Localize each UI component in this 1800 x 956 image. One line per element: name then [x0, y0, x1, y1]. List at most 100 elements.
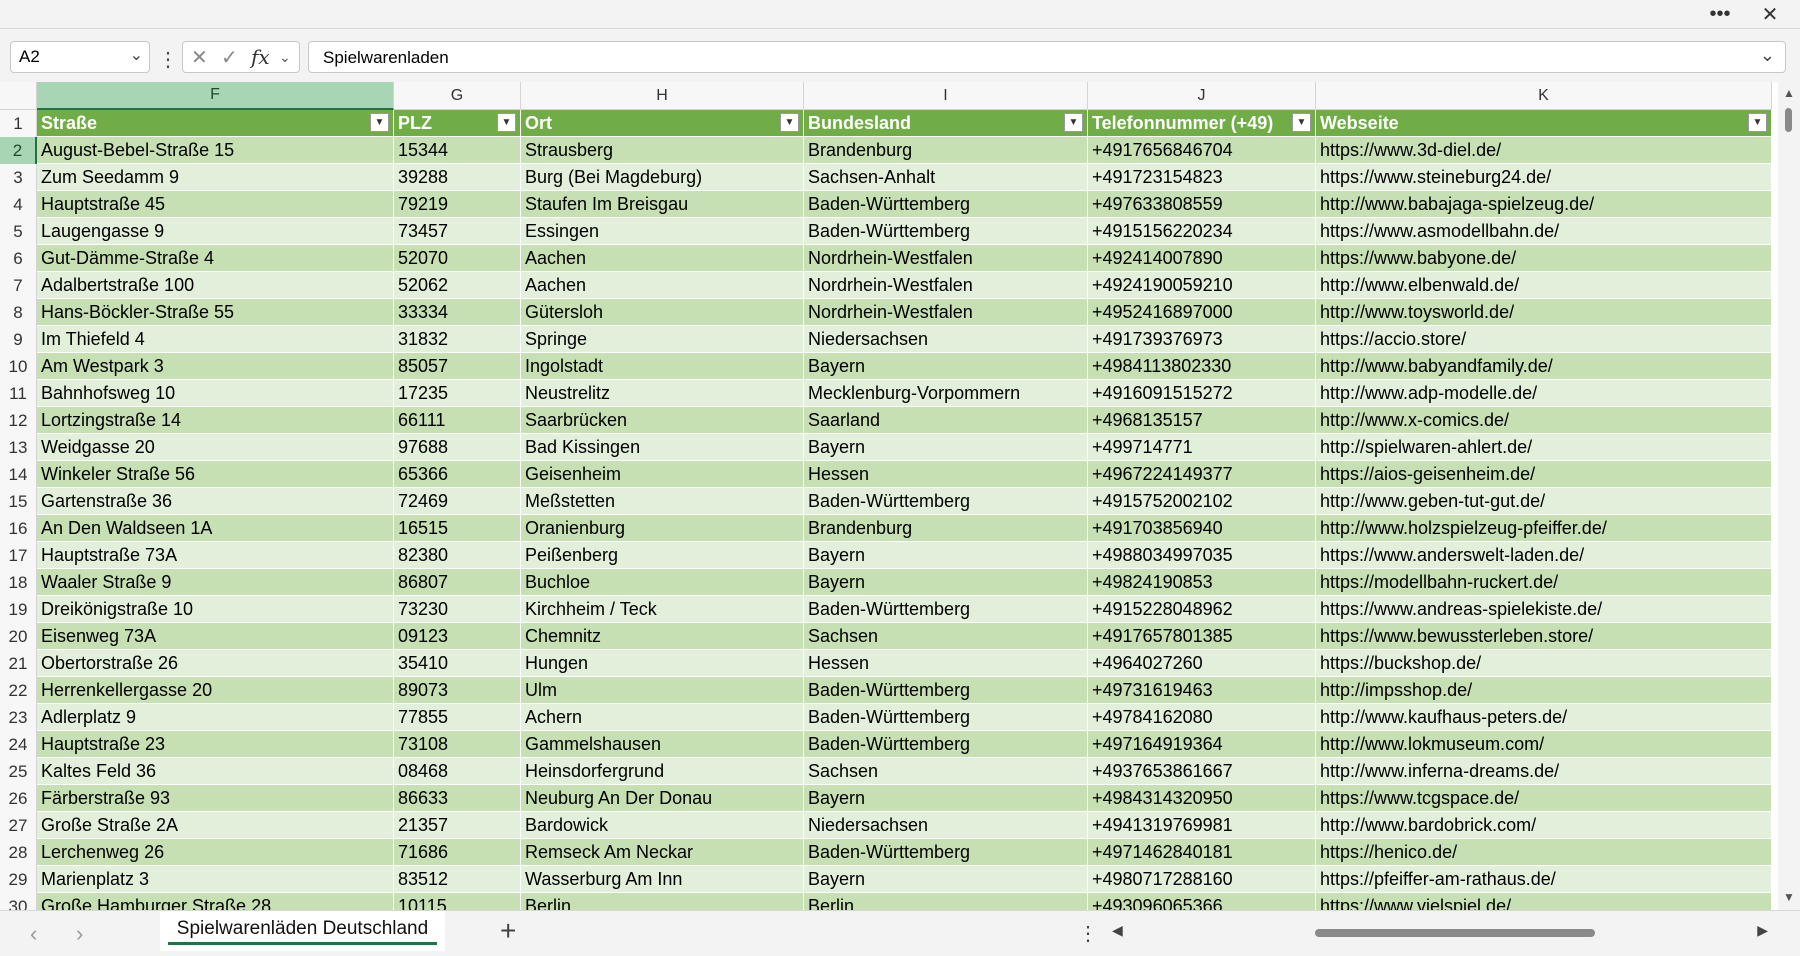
table-cell[interactable]: Bayern: [804, 434, 1088, 461]
table-cell[interactable]: Ingolstadt: [521, 353, 804, 380]
table-cell[interactable]: August-Bebel-Straße 15: [37, 137, 394, 164]
function-icon[interactable]: fx: [251, 45, 270, 69]
row-number[interactable]: 1: [0, 110, 37, 137]
row-number[interactable]: 15: [0, 488, 37, 515]
table-cell[interactable]: Essingen: [521, 218, 804, 245]
header-cell[interactable]: Straße ▼: [37, 110, 394, 137]
table-cell[interactable]: Gütersloh: [521, 299, 804, 326]
row-number[interactable]: 13: [0, 434, 37, 461]
table-cell[interactable]: 39288: [394, 164, 521, 191]
table-cell[interactable]: Bad Kissingen: [521, 434, 804, 461]
scroll-right-icon[interactable]: ▶: [1757, 922, 1768, 939]
table-cell[interactable]: +49731619463: [1088, 677, 1316, 704]
row-number[interactable]: 8: [0, 299, 37, 326]
table-cell[interactable]: Lortzingstraße 14: [37, 407, 394, 434]
table-cell[interactable]: Niedersachsen: [804, 812, 1088, 839]
table-cell[interactable]: +491739376973: [1088, 326, 1316, 353]
row-number[interactable]: 29: [0, 866, 37, 893]
table-cell[interactable]: An Den Waldseen 1A: [37, 515, 394, 542]
table-cell[interactable]: +4917657801385: [1088, 623, 1316, 650]
table-cell[interactable]: 72469: [394, 488, 521, 515]
horizontal-scroll-thumb[interactable]: [1315, 929, 1595, 937]
table-cell[interactable]: 33334: [394, 299, 521, 326]
row-number[interactable]: 9: [0, 326, 37, 353]
name-box[interactable]: A2 ⌄: [10, 41, 150, 73]
table-cell[interactable]: http://www.toysworld.de/: [1316, 299, 1772, 326]
table-cell[interactable]: +4971462840181: [1088, 839, 1316, 866]
table-cell[interactable]: Hauptstraße 73A: [37, 542, 394, 569]
table-cell[interactable]: +493096065366: [1088, 893, 1316, 910]
table-cell[interactable]: http://www.adp-modelle.de/: [1316, 380, 1772, 407]
row-number[interactable]: 25: [0, 758, 37, 785]
table-cell[interactable]: +499714771: [1088, 434, 1316, 461]
table-cell[interactable]: Saarland: [804, 407, 1088, 434]
filter-dropdown-icon[interactable]: ▼: [1292, 113, 1311, 132]
row-number[interactable]: 7: [0, 272, 37, 299]
table-cell[interactable]: Nordrhein-Westfalen: [804, 299, 1088, 326]
table-cell[interactable]: http://impsshop.de/: [1316, 677, 1772, 704]
vertical-scrollbar[interactable]: ▲ ▼: [1778, 82, 1800, 910]
table-cell[interactable]: +4964027260: [1088, 650, 1316, 677]
table-cell[interactable]: Brandenburg: [804, 137, 1088, 164]
row-number[interactable]: 30: [0, 893, 37, 910]
table-cell[interactable]: https://buckshop.de/: [1316, 650, 1772, 677]
table-cell[interactable]: http://www.lokmuseum.com/: [1316, 731, 1772, 758]
table-cell[interactable]: Buchloe: [521, 569, 804, 596]
table-cell[interactable]: 97688: [394, 434, 521, 461]
horizontal-scrollbar[interactable]: ◀ ▶: [1110, 919, 1770, 945]
table-cell[interactable]: Bayern: [804, 866, 1088, 893]
table-cell[interactable]: Oranienburg: [521, 515, 804, 542]
table-cell[interactable]: Hessen: [804, 650, 1088, 677]
table-cell[interactable]: Winkeler Straße 56: [37, 461, 394, 488]
table-cell[interactable]: Burg (Bei Magdeburg): [521, 164, 804, 191]
table-cell[interactable]: 08468: [394, 758, 521, 785]
header-cell[interactable]: Ort ▼: [521, 110, 804, 137]
column-header-g[interactable]: G: [394, 82, 521, 110]
table-cell[interactable]: +4924190059210: [1088, 272, 1316, 299]
row-number[interactable]: 26: [0, 785, 37, 812]
table-cell[interactable]: +497164919364: [1088, 731, 1316, 758]
table-cell[interactable]: http://spielwaren-ahlert.de/: [1316, 434, 1772, 461]
table-cell[interactable]: +4967224149377: [1088, 461, 1316, 488]
table-cell[interactable]: http://www.babyandfamily.de/: [1316, 353, 1772, 380]
table-cell[interactable]: Mecklenburg-Vorpommern: [804, 380, 1088, 407]
table-cell[interactable]: https://www.asmodellbahn.de/: [1316, 218, 1772, 245]
table-cell[interactable]: Baden-Württemberg: [804, 191, 1088, 218]
table-cell[interactable]: +4937653861667: [1088, 758, 1316, 785]
row-number[interactable]: 22: [0, 677, 37, 704]
table-cell[interactable]: Eisenweg 73A: [37, 623, 394, 650]
filter-dropdown-icon[interactable]: ▼: [1748, 113, 1767, 132]
table-cell[interactable]: https://modellbahn-ruckert.de/: [1316, 569, 1772, 596]
table-cell[interactable]: Nordrhein-Westfalen: [804, 272, 1088, 299]
table-cell[interactable]: Berlin: [804, 893, 1088, 910]
row-number[interactable]: 28: [0, 839, 37, 866]
table-cell[interactable]: +4916091515272: [1088, 380, 1316, 407]
row-number[interactable]: 5: [0, 218, 37, 245]
row-number[interactable]: 16: [0, 515, 37, 542]
table-cell[interactable]: +4917656846704: [1088, 137, 1316, 164]
row-number[interactable]: 3: [0, 164, 37, 191]
filter-dropdown-icon[interactable]: ▼: [497, 113, 516, 132]
table-cell[interactable]: Neustrelitz: [521, 380, 804, 407]
scroll-up-icon[interactable]: ▲: [1783, 86, 1795, 100]
table-cell[interactable]: Peißenberg: [521, 542, 804, 569]
table-cell[interactable]: Dreikönigstraße 10: [37, 596, 394, 623]
table-cell[interactable]: Baden-Württemberg: [804, 704, 1088, 731]
table-cell[interactable]: Bayern: [804, 785, 1088, 812]
table-cell[interactable]: 10115: [394, 893, 521, 910]
scroll-down-icon[interactable]: ▼: [1783, 890, 1795, 904]
table-cell[interactable]: Hauptstraße 45: [37, 191, 394, 218]
table-cell[interactable]: 15344: [394, 137, 521, 164]
table-cell[interactable]: 73457: [394, 218, 521, 245]
table-cell[interactable]: Niedersachsen: [804, 326, 1088, 353]
table-cell[interactable]: Lerchenweg 26: [37, 839, 394, 866]
table-cell[interactable]: Hauptstraße 23: [37, 731, 394, 758]
row-number[interactable]: 12: [0, 407, 37, 434]
column-header-f[interactable]: F: [37, 82, 394, 110]
table-cell[interactable]: Nordrhein-Westfalen: [804, 245, 1088, 272]
table-cell[interactable]: Baden-Württemberg: [804, 488, 1088, 515]
table-cell[interactable]: +4968135157: [1088, 407, 1316, 434]
table-cell[interactable]: Neuburg An Der Donau: [521, 785, 804, 812]
table-cell[interactable]: Remseck Am Neckar: [521, 839, 804, 866]
table-cell[interactable]: Baden-Württemberg: [804, 677, 1088, 704]
